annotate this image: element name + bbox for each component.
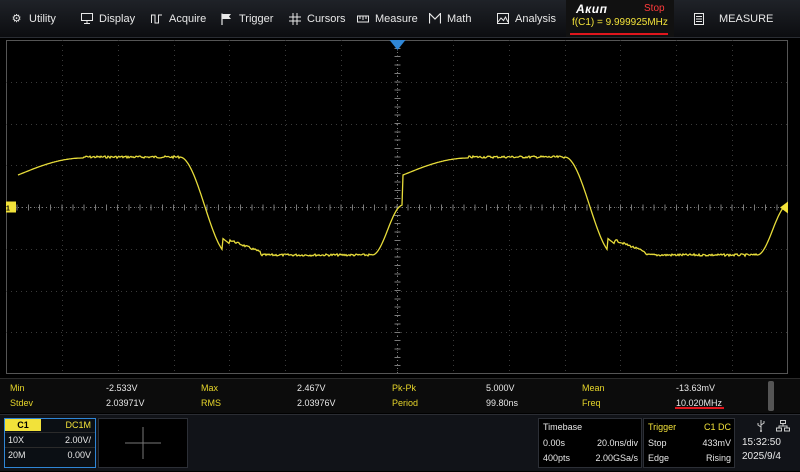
- timebase-title: Timebase: [543, 422, 583, 432]
- system-clock: 15:32:50 2025/9/4: [736, 418, 796, 466]
- run-state[interactable]: Stop: [644, 3, 665, 14]
- channel1-offset-label: C1: [6, 206, 10, 213]
- menu-acquire-label: Acquire: [169, 12, 207, 25]
- meas-value-pkpk: 5.000V: [486, 383, 515, 393]
- meas-value-min: -2.533V: [106, 383, 138, 393]
- menu-bar: ⚙ Utility Display Acquire Trigger Cursor…: [0, 0, 800, 38]
- gear-icon: ⚙: [11, 13, 22, 25]
- meas-value-rms: 2.03976V: [297, 398, 336, 408]
- meas-value-mean: -13.63mV: [676, 383, 716, 393]
- channel1-coupling: DC1M: [65, 420, 91, 430]
- channel1-probe: 10X: [8, 435, 25, 445]
- timebase-samplerate: 2.00GSa/s: [595, 453, 638, 463]
- usb-icon: [757, 420, 765, 432]
- math-icon: [428, 12, 441, 25]
- meas-label-pkpk: Pk-Pk: [392, 383, 417, 393]
- channel1-bandwidth: 20M: [8, 450, 26, 460]
- trigger-mode: Stop: [648, 438, 667, 448]
- status-readout: Акип Stop f(C1) = 9.999925MHz: [566, 0, 674, 37]
- document-icon: [692, 12, 705, 25]
- frequency-underline: [570, 33, 668, 35]
- channel1-waveform: [17, 154, 787, 258]
- trigger-type: Edge: [648, 453, 670, 463]
- crosshair-icon: [125, 427, 161, 459]
- channel1-tag: C1: [5, 419, 41, 431]
- measurement-scrollbar[interactable]: [768, 381, 774, 411]
- menu-measure-panel-label: MEASURE: [719, 12, 774, 25]
- menu-math-label: Math: [447, 12, 472, 25]
- measurement-panel: Min -2.533V Max 2.467V Pk-Pk 5.000V Mean…: [0, 378, 800, 413]
- clock-time: 15:32:50: [742, 437, 781, 448]
- meas-label-rms: RMS: [201, 398, 221, 408]
- measure-ruler-icon: [356, 12, 369, 25]
- menu-utility-label: Utility: [29, 12, 56, 25]
- meas-value-max: 2.467V: [297, 383, 326, 393]
- meas-label-min: Min: [10, 383, 25, 393]
- trigger-position-marker[interactable]: [389, 40, 406, 50]
- freq-underline: [675, 407, 724, 409]
- flag-icon: [220, 12, 233, 25]
- channel1-offset: 0.00V: [67, 450, 91, 460]
- status-bar: C1 DC1M 10X 2.00V/ 20M 0.00V Timebase 0.…: [0, 414, 800, 471]
- timebase-scale: 20.0ns/div: [596, 438, 638, 448]
- waveform-grid: C1: [0, 39, 788, 374]
- meas-label-max: Max: [201, 383, 219, 393]
- menu-measure[interactable]: Measure: [356, 0, 418, 37]
- meas-value-period: 99.80ns: [486, 398, 519, 408]
- menu-display-label: Display: [99, 12, 136, 25]
- acquire-wave-icon: [150, 12, 163, 25]
- channel1-settings[interactable]: C1 DC1M 10X 2.00V/ 20M 0.00V: [4, 418, 96, 468]
- menu-measure-panel[interactable]: MEASURE: [692, 0, 773, 37]
- trigger-title: Trigger: [648, 422, 677, 432]
- timebase-panel[interactable]: Timebase 0.00s 20.0ns/div 400pts 2.00GSa…: [538, 418, 642, 468]
- analysis-image-icon: [496, 12, 509, 25]
- monitor-icon: [80, 12, 93, 25]
- menu-utility[interactable]: ⚙ Utility: [10, 0, 56, 37]
- menu-acquire[interactable]: Acquire: [150, 0, 206, 37]
- trigger-panel[interactable]: Trigger C1 DC Stop 433mV Edge Rising: [643, 418, 735, 468]
- menu-measure-label: Measure: [375, 12, 418, 25]
- network-icon: [776, 420, 790, 432]
- oscilloscope-app: ⚙ Utility Display Acquire Trigger Cursor…: [0, 0, 800, 471]
- cursors-icon: [288, 12, 301, 25]
- waveform-display[interactable]: C1: [0, 39, 788, 374]
- menu-math[interactable]: Math: [428, 0, 471, 37]
- menu-cursors[interactable]: Cursors: [288, 0, 346, 37]
- meas-label-stdev: Stdev: [10, 398, 34, 408]
- clock-date: 2025/9/4: [742, 451, 781, 462]
- menu-trigger[interactable]: Trigger: [220, 0, 273, 37]
- channel-crosshair-preview: [98, 418, 188, 468]
- menu-analysis[interactable]: Analysis: [496, 0, 556, 37]
- meas-value-stdev: 2.03971V: [106, 398, 145, 408]
- channel1-divider-2: [5, 447, 95, 448]
- menu-analysis-label: Analysis: [515, 12, 556, 25]
- trigger-source: C1 DC: [703, 422, 731, 432]
- meas-label-mean: Mean: [582, 383, 605, 393]
- menu-trigger-label: Trigger: [239, 12, 274, 25]
- meas-label-freq: Freq: [582, 398, 601, 408]
- timebase-delay: 0.00s: [543, 438, 566, 448]
- brand-logo: Акип: [576, 2, 608, 16]
- trigger-slope: Rising: [705, 453, 731, 463]
- channel1-scale: 2.00V/: [64, 435, 91, 445]
- menu-display[interactable]: Display: [80, 0, 135, 37]
- trigger-level: 433mV: [702, 438, 731, 448]
- menu-cursors-label: Cursors: [307, 12, 346, 25]
- frequency-readout: f(C1) = 9.999925MHz: [572, 17, 668, 28]
- meas-label-period: Period: [392, 398, 419, 408]
- timebase-points: 400pts: [543, 453, 571, 463]
- channel1-divider: [5, 432, 95, 433]
